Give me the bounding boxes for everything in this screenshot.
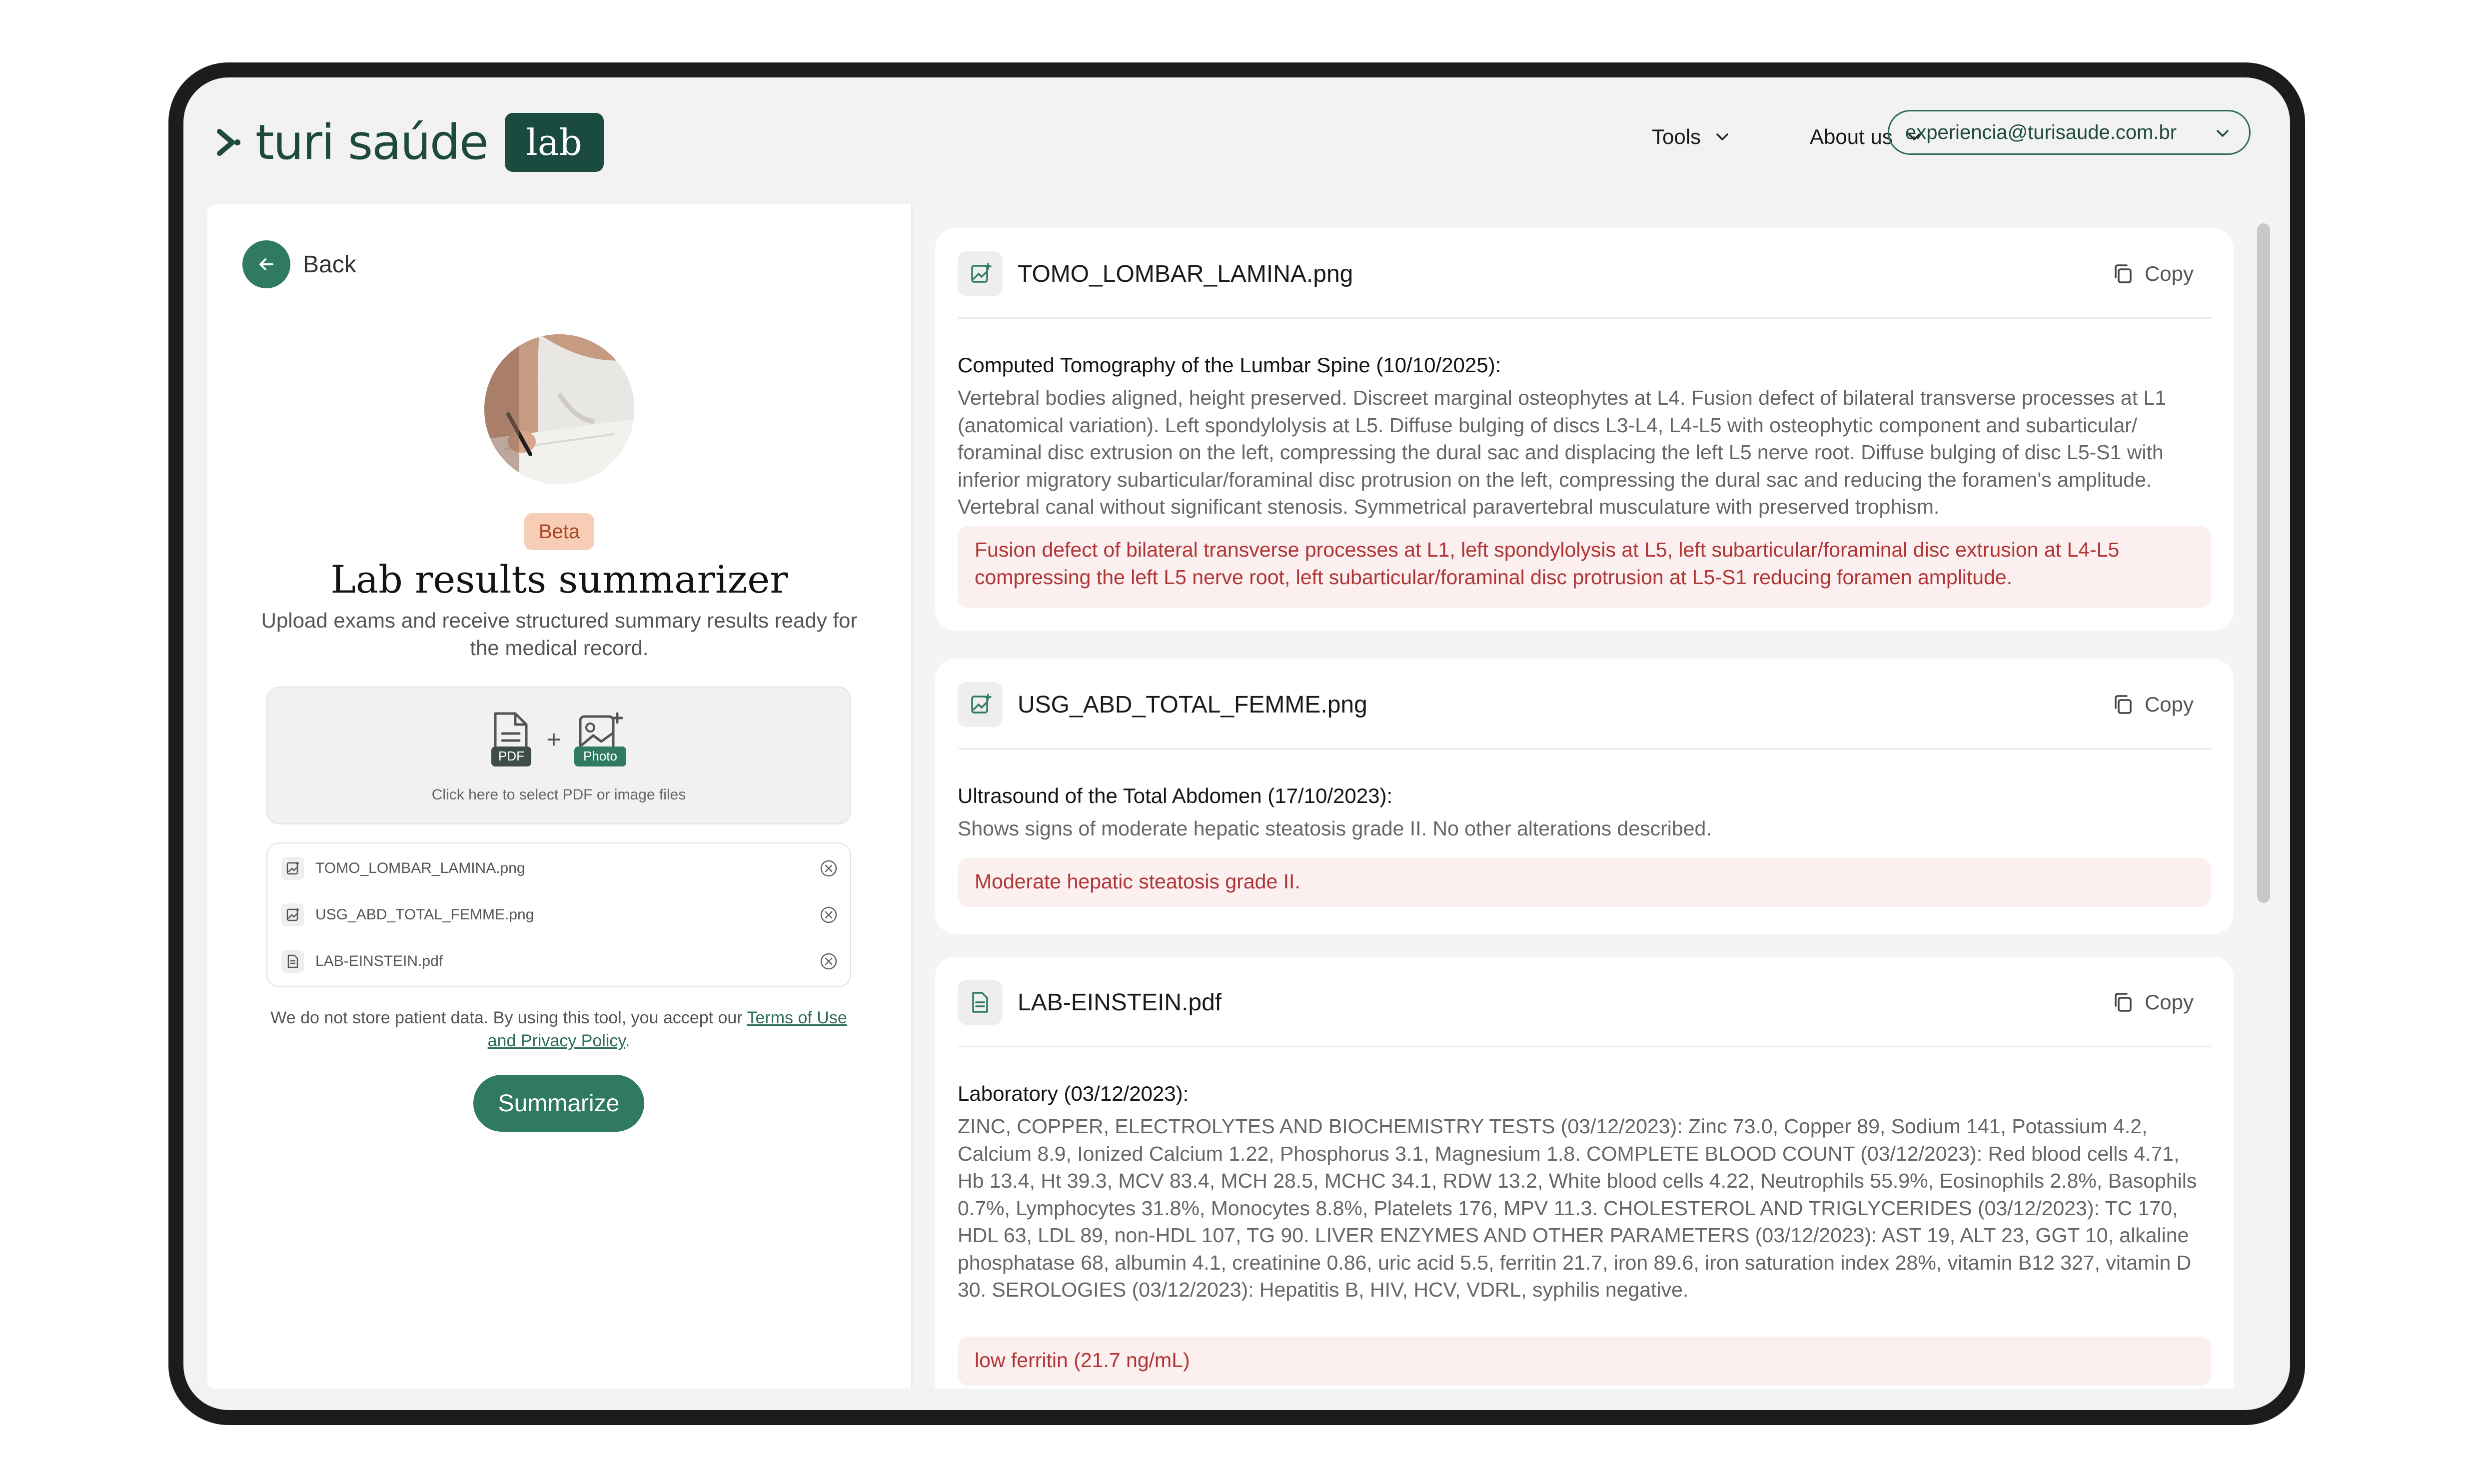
card-divider [958,748,2211,749]
copy-button[interactable]: Copy [2112,693,2194,717]
beta-badge: Beta [524,513,594,550]
file-item: LAB-EINSTEIN.pdf [281,946,838,976]
card-divider [958,1046,2211,1047]
results-panel[interactable]: TOMO_LOMBAR_LAMINA.png Copy Computed Tom… [913,204,2275,1389]
photo-file-icon: Photo [574,712,626,766]
copy-icon [2115,264,2132,283]
copy-label: Copy [2144,990,2194,1014]
disclaimer-text: We do not store patient data. By using t… [270,1008,747,1027]
nav-about-label: About us [1810,125,1893,148]
account-email: experiencia@turisaude.com.br [1905,121,2177,143]
selected-files-list: TOMO_LOMBAR_LAMINA.png USG_ABD_TOTAL_FEM… [266,842,851,987]
exam-report: Shows signs of moderate hepatic steatosi… [958,817,1712,840]
photo-tag: Photo [583,748,617,763]
upload-panel: Back Beta Lab results summarizer Upload … [207,204,911,1389]
account-menu[interactable]: experiencia@turisaude.com.br [1888,110,2251,155]
brand-logo[interactable]: turi saúde lab [216,110,604,175]
chevron-down-icon [1716,133,1728,140]
result-file-name: USG_ABD_TOTAL_FEMME.png [1018,691,1367,718]
copy-icon [2115,695,2132,714]
result-file-name: TOMO_LOMBAR_LAMINA.png [1018,260,1353,287]
file-item: USG_ABD_TOTAL_FEMME.png [281,900,838,930]
result-card: LAB-EINSTEIN.pdf Copy Laboratory (03/12/… [935,957,2234,1389]
device-frame: turi saúde lab Tools About us experienci… [168,62,2305,1425]
key-finding-alert: Fusion defect of bilateral transverse pr… [958,526,2211,608]
copy-icon [2115,993,2132,1012]
remove-file-icon[interactable] [819,905,838,924]
brand-name: turi saúde [255,114,489,170]
back-label: Back [303,251,356,278]
pdf-file-icon [958,980,1003,1025]
result-card: USG_ABD_TOTAL_FEMME.png Copy Ultrasound … [935,659,2234,934]
main-content: Back Beta Lab results summarizer Upload … [207,204,2275,1389]
app-screen: turi saúde lab Tools About us experienci… [183,77,2290,1410]
exam-report: ZINC, COPPER, ELECTROLYTES AND BIOCHEMIS… [958,1115,2197,1301]
doctor-avatar [484,334,634,484]
exam-report: Vertebral bodies aligned, height preserv… [958,386,2167,518]
file-name: LAB-EINSTEIN.pdf [315,953,443,969]
result-file-name: LAB-EINSTEIN.pdf [1018,989,1222,1016]
chevron-down-icon [2217,130,2229,137]
results-scrollbar[interactable] [2257,223,2270,903]
image-file-icon [958,251,1003,296]
file-item: TOMO_LOMBAR_LAMINA.png [281,853,838,883]
chevron-logo-icon [217,129,240,156]
nav-tools[interactable]: Tools [1652,125,1729,149]
key-finding-alert: low ferritin (21.7 ng/mL) [958,1337,2211,1386]
exam-heading: Laboratory (03/12/2023): [958,1082,1189,1105]
exam-heading: Computed Tomography of the Lumbar Spine … [958,353,1501,377]
arrow-left-icon [242,240,290,288]
copy-label: Copy [2144,262,2194,285]
privacy-disclaimer: We do not store patient data. By using t… [266,1006,851,1052]
image-file-icon [281,857,304,880]
disclaimer-end: . [625,1031,630,1050]
page-subtitle: Upload exams and receive structured summ… [261,609,858,660]
nav-tools-label: Tools [1652,125,1701,148]
back-button[interactable]: Back [242,240,356,288]
card-divider [958,317,2211,319]
remove-file-icon[interactable] [819,859,838,878]
image-file-icon [281,903,304,926]
dropzone-caption: Click here to select PDF or image files [431,786,686,803]
brand-badge: lab [504,113,604,172]
pdf-tag: PDF [498,748,524,763]
copy-label: Copy [2144,693,2194,716]
plus-sign: + [546,726,561,753]
file-dropzone[interactable]: PDF + Photo Click here to select PDF or [266,687,851,824]
image-file-icon [958,682,1003,727]
exam-heading: Ultrasound of the Total Abdomen (17/10/2… [958,784,1393,807]
result-card: TOMO_LOMBAR_LAMINA.png Copy Computed Tom… [935,228,2234,631]
remove-file-icon[interactable] [819,952,838,971]
key-finding-alert: Moderate hepatic steatosis grade II. [958,858,2211,907]
file-name: TOMO_LOMBAR_LAMINA.png [315,860,525,876]
summarize-button[interactable]: Summarize [473,1075,644,1132]
pdf-file-icon [281,950,304,973]
pdf-file-icon: PDF [491,712,532,766]
copy-button[interactable]: Copy [2112,262,2194,286]
file-name: USG_ABD_TOTAL_FEMME.png [315,906,534,923]
copy-button[interactable]: Copy [2112,990,2194,1014]
page-title: Lab results summarizer [330,557,788,602]
